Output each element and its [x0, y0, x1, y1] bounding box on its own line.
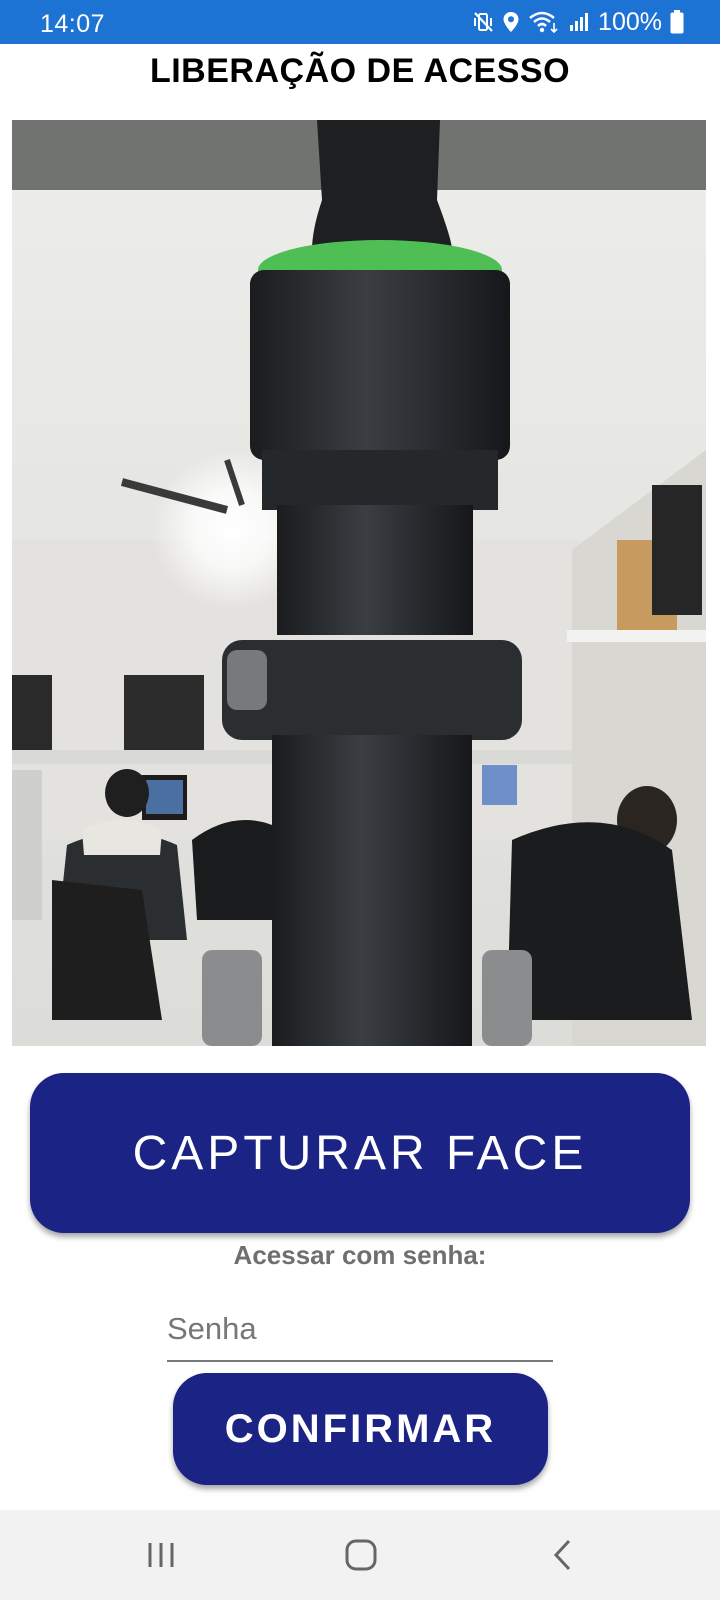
status-icons: 100% — [472, 8, 684, 36]
recent-apps-icon[interactable] — [101, 1510, 221, 1600]
signal-icon — [568, 11, 590, 33]
back-icon[interactable] — [503, 1510, 623, 1600]
wifi-icon — [528, 10, 560, 34]
home-icon[interactable] — [301, 1510, 421, 1600]
camera-preview — [12, 120, 706, 1046]
battery-percent: 100% — [598, 7, 662, 36]
page-title: LIBERAÇÃO DE ACESSO — [149, 52, 571, 90]
battery-icon — [670, 10, 684, 34]
capture-face-button[interactable]: CAPTURAR FACE — [30, 1073, 690, 1233]
location-icon — [502, 11, 520, 33]
password-field[interactable] — [167, 1298, 553, 1362]
status-bar: 14:07 100% — [0, 0, 720, 44]
status-time: 14:07 — [40, 10, 106, 38]
navigation-bar — [0, 1510, 720, 1600]
password-prompt-label: Acessar com senha: — [233, 1240, 487, 1270]
mute-vibrate-icon — [472, 11, 494, 33]
confirm-button[interactable]: CONFIRMAR — [173, 1373, 548, 1485]
